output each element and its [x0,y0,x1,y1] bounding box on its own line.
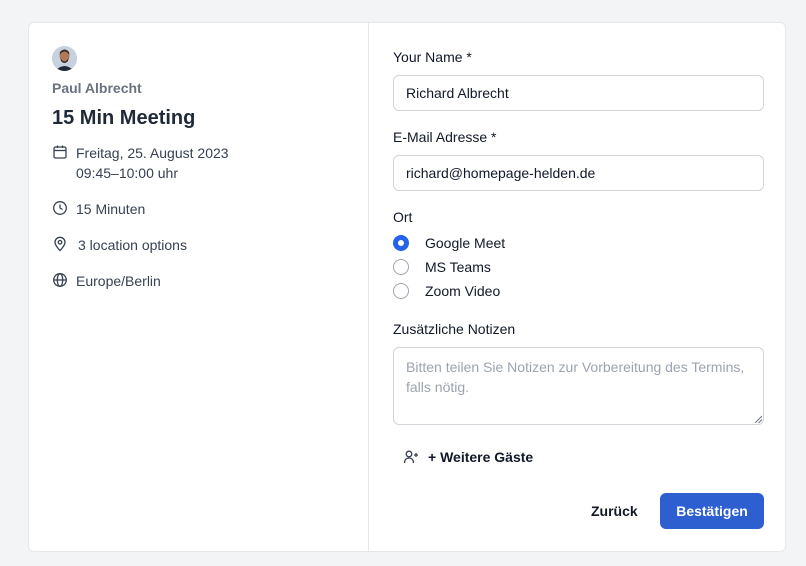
event-title: 15 Min Meeting [52,107,196,129]
location-option-google-meet[interactable]: Google Meet [393,235,505,251]
back-button[interactable]: Zurück [585,494,639,528]
event-date: Freitag, 25. August 2023 09:45–10:00 uhr [52,143,229,183]
email-input[interactable] [393,155,764,191]
event-duration: 15 Minuten [52,199,145,219]
name-input[interactable] [393,75,764,111]
radio-unselected[interactable] [393,259,409,275]
event-timezone: Europe/Berlin [52,271,161,291]
event-date-text: Freitag, 25. August 2023 [76,145,229,161]
event-summary-panel: Paul Albrecht 15 Min Meeting Freitag, 25… [29,23,369,551]
radio-selected[interactable] [393,235,409,251]
duration-text: 15 Minuten [76,201,146,217]
avatar [52,46,77,71]
map-pin-icon [54,236,66,252]
booking-form: Your Name * E-Mail Adresse * Ort Google … [369,23,785,551]
option-label: Google Meet [425,235,506,251]
timezone-text[interactable]: Europe/Berlin [76,271,161,291]
user-plus-icon [403,450,418,464]
globe-icon [53,273,67,287]
notes-label: Zusätzliche Notizen [393,321,516,337]
add-guests-button[interactable]: + Weitere Gäste [403,449,533,465]
notes-textarea[interactable] [393,347,764,425]
radio-unselected[interactable] [393,283,409,299]
location-option-ms-teams[interactable]: MS Teams [393,259,491,275]
location-option-zoom[interactable]: Zoom Video [393,283,500,299]
option-label: MS Teams [425,259,491,275]
booking-card: Paul Albrecht 15 Min Meeting Freitag, 25… [28,22,786,552]
location-label: Ort [393,209,413,225]
locations-text: 3 location options [78,237,187,253]
clock-icon [53,201,67,215]
event-locations: 3 location options [52,235,187,255]
event-time-text: 09:45–10:00 uhr [76,165,178,181]
name-label: Your Name * [393,49,472,65]
option-label: Zoom Video [425,283,501,299]
calendar-icon [53,145,67,159]
add-guests-label: + Weitere Gäste [428,449,534,465]
confirm-button[interactable]: Bestätigen [660,493,764,529]
host-name: Paul Albrecht [52,80,142,96]
email-label: E-Mail Adresse * [393,129,497,145]
resize-handle-icon[interactable] [754,415,762,423]
